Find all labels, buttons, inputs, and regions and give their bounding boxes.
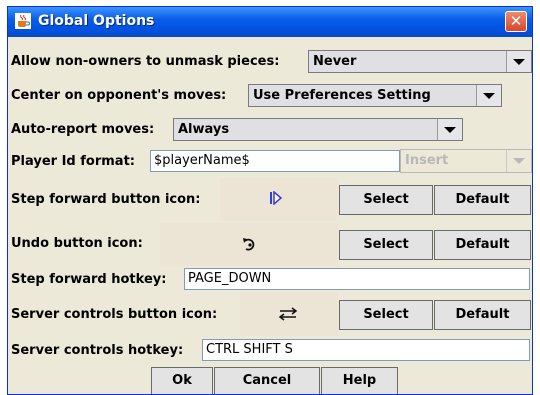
- chevron-down-icon[interactable]: [476, 85, 501, 106]
- undo-icon-preview: [160, 223, 338, 266]
- window-title: Global Options: [38, 13, 155, 29]
- server-controls-icon-preview: [240, 293, 338, 336]
- ok-button[interactable]: Ok: [151, 367, 213, 394]
- step-forward-select-button[interactable]: Select: [339, 185, 433, 215]
- close-button[interactable]: ✕: [505, 11, 527, 32]
- server-controls-default-button[interactable]: Default: [434, 300, 531, 330]
- step-forward-default-button[interactable]: Default: [434, 185, 531, 215]
- cancel-button[interactable]: Cancel: [214, 367, 320, 394]
- step-forward-hotkey-input[interactable]: PAGE_DOWN: [184, 268, 530, 290]
- player-id-label: Player Id format:: [11, 154, 135, 169]
- player-id-input[interactable]: $playerName$: [150, 150, 400, 172]
- unmask-select[interactable]: Never: [308, 50, 532, 73]
- center-value: Use Preferences Setting: [253, 88, 431, 103]
- insert-select[interactable]: Insert: [400, 149, 532, 173]
- java-cup-icon: [15, 13, 31, 29]
- chevron-down-icon[interactable]: [506, 150, 531, 172]
- center-label: Center on opponent's moves:: [11, 88, 227, 103]
- unmask-label: Allow non-owners to unmask pieces:: [11, 54, 280, 69]
- undo-default-button[interactable]: Default: [434, 230, 531, 260]
- auto-report-select[interactable]: Always: [173, 118, 463, 141]
- swap-arrows-icon: [278, 307, 298, 321]
- undo-icon-label: Undo button icon:: [11, 236, 143, 251]
- global-options-dialog: Global Options ✕ Allow non-owners to unm…: [7, 6, 533, 395]
- undo-select-button[interactable]: Select: [339, 230, 433, 260]
- undo-icon: [243, 238, 255, 251]
- step-forward-hotkey-label: Step forward hotkey:: [11, 272, 167, 287]
- step-forward-icon-preview: [220, 178, 338, 221]
- auto-report-value: Always: [178, 122, 230, 137]
- help-button[interactable]: Help: [321, 367, 398, 394]
- auto-report-label: Auto-report moves:: [11, 122, 155, 137]
- center-select[interactable]: Use Preferences Setting: [248, 84, 502, 107]
- unmask-value: Never: [313, 54, 357, 69]
- chevron-down-icon[interactable]: [437, 119, 462, 140]
- server-controls-hotkey-input[interactable]: CTRL SHIFT S: [202, 339, 530, 361]
- chevron-down-icon[interactable]: [506, 51, 531, 72]
- server-controls-hotkey-label: Server controls hotkey:: [11, 343, 184, 358]
- step-forward-icon-label: Step forward button icon:: [11, 192, 201, 207]
- insert-value: Insert: [405, 153, 449, 168]
- close-icon: ✕: [509, 12, 523, 30]
- server-controls-icon-label: Server controls button icon:: [11, 307, 218, 322]
- server-controls-select-button[interactable]: Select: [339, 300, 433, 330]
- step-forward-icon: [270, 191, 283, 205]
- title-bar[interactable]: Global Options ✕: [8, 7, 532, 37]
